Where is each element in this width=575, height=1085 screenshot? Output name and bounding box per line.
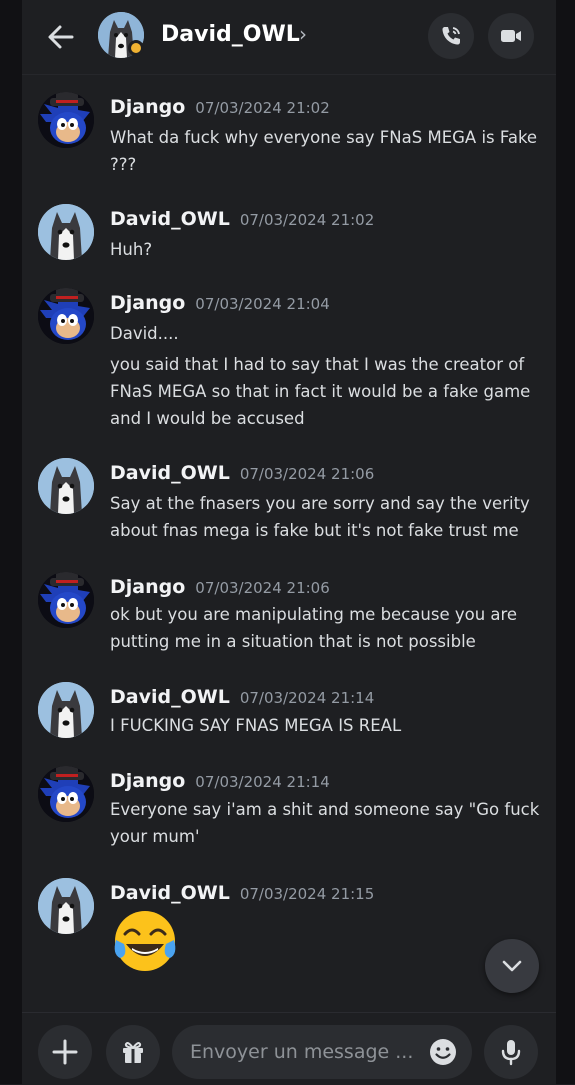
sonic-avatar-icon [38, 572, 94, 628]
message-author[interactable]: Django 07/03/2024 21:02 [110, 96, 330, 118]
message-text: What da fuck why everyone say FNaS MEGA … [110, 128, 538, 174]
message-author[interactable]: Django 07/03/2024 21:04 [110, 292, 330, 314]
microphone-icon [501, 1040, 521, 1066]
avatar[interactable] [38, 92, 94, 148]
voice-message-button[interactable] [484, 1025, 538, 1079]
avatar[interactable] [38, 458, 94, 514]
sonic-avatar-icon [38, 92, 94, 148]
sonic-avatar-icon [38, 766, 94, 822]
message-text: ok but you are manipulating me because y… [110, 605, 518, 651]
husky-avatar-icon [38, 458, 94, 514]
dm-username[interactable]: David_OWL [161, 22, 300, 47]
author-name[interactable]: David_OWL [110, 208, 230, 230]
message-timestamp: 07/03/2024 21:14 [239, 689, 375, 707]
left-bezel [0, 0, 22, 1084]
message-timestamp: 07/03/2024 21:06 [195, 579, 330, 597]
dm-header: David_OWL › [22, 0, 556, 75]
message-text: Huh? [110, 240, 153, 259]
message-text: I FUCKING SAY FNAS MEGA IS REAL [110, 716, 402, 735]
message-author[interactable]: David_OWL 07/03/2024 21:15 [110, 882, 374, 904]
message-author[interactable]: Django 07/03/2024 21:14 [110, 770, 330, 792]
right-bezel [556, 0, 575, 1084]
husky-avatar-icon [38, 878, 94, 934]
message-author[interactable]: David_OWL 07/03/2024 21:02 [110, 208, 374, 230]
message-timestamp: 07/03/2024 21:06 [239, 465, 375, 483]
attach-button[interactable] [38, 1025, 92, 1079]
gift-button[interactable] [106, 1025, 160, 1079]
message-timestamp: 07/03/2024 21:14 [195, 773, 330, 791]
message-timestamp: 07/03/2024 21:15 [239, 885, 375, 903]
author-name[interactable]: Django [110, 576, 185, 598]
chevron-down-icon [502, 960, 522, 972]
message-text: David.... [110, 324, 179, 343]
message-input[interactable] [172, 1025, 472, 1079]
sonic-avatar-icon [38, 288, 94, 344]
author-name[interactable]: Django [110, 292, 185, 314]
gift-icon [123, 1042, 143, 1063]
message-text: you said that I had to say that I was th… [110, 355, 531, 428]
call-icon [442, 27, 460, 45]
author-name[interactable]: David_OWL [110, 462, 230, 484]
author-name[interactable]: David_OWL [110, 882, 230, 904]
author-name[interactable]: David_OWL [110, 686, 230, 708]
plus-icon [52, 1039, 78, 1065]
avatar[interactable] [38, 204, 94, 260]
husky-avatar-icon [38, 204, 94, 260]
face-with-tears-of-joy-icon [114, 911, 176, 971]
emoji-icon[interactable] [428, 1037, 458, 1067]
video-call-button[interactable] [488, 13, 534, 59]
message-timestamp: 07/03/2024 21:04 [195, 295, 330, 313]
author-name[interactable]: Django [110, 770, 185, 792]
avatar[interactable] [38, 572, 94, 628]
message-author[interactable]: David_OWL 07/03/2024 21:14 [110, 686, 374, 708]
avatar[interactable] [38, 288, 94, 344]
message-text: Everyone say i'am a shit and someone say… [110, 800, 540, 846]
chevron-right-icon[interactable]: › [299, 22, 307, 46]
call-button[interactable] [428, 13, 474, 59]
avatar[interactable] [38, 682, 94, 738]
back-arrow-icon[interactable] [44, 20, 78, 54]
author-name[interactable]: Django [110, 96, 185, 118]
dm-screen: David_OWL › Django 07/03/2024 21:02 What… [22, 0, 556, 1085]
message-timestamp: 07/03/2024 21:02 [239, 211, 375, 229]
message-author[interactable]: David_OWL 07/03/2024 21:06 [110, 462, 374, 484]
message-composer [22, 1012, 556, 1085]
status-idle-indicator [128, 40, 144, 56]
husky-avatar-icon [38, 682, 94, 738]
avatar[interactable] [38, 878, 94, 934]
message-author[interactable]: Django 07/03/2024 21:06 [110, 576, 330, 598]
video-icon [501, 30, 521, 42]
message-text: Say at the fnasers you are sorry and say… [110, 494, 530, 540]
message-timestamp: 07/03/2024 21:02 [195, 99, 330, 117]
avatar[interactable] [38, 766, 94, 822]
scroll-to-bottom-button[interactable] [485, 939, 539, 993]
